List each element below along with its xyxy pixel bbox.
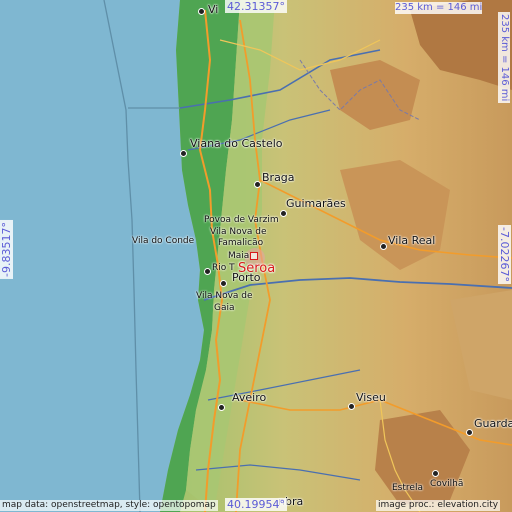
city-label-viseu: Viseu [356,391,386,404]
city-label-guarda: Guarda [474,417,512,430]
city-label-vila-do-conde: Vila do Conde [132,236,195,246]
city-label-viana-do-castelo: Viana do Castelo [190,137,283,150]
city-dot-porto [220,280,227,287]
city-dot-guarda [466,429,473,436]
city-label-povoa: Povoa de Varzim [204,215,279,225]
credit-image-proc: image proc.: elevation.city [376,500,501,511]
scale-top: 235 km = 146 mi [395,2,483,14]
south-coordinate: 40.19954° [225,498,287,511]
map-view[interactable]: Vi Viana do Castelo Braga Guimarães Povo… [0,0,512,512]
city-label-estrela: Estrela [392,483,423,493]
north-coordinate: 42.31357° [225,0,287,13]
city-dot-vigo [198,8,205,15]
city-label-covilha: Covilhã [430,479,464,489]
city-dot-viseu [348,403,355,410]
city-label-gaia-2: Gaia [214,303,235,313]
place-marker-icon[interactable] [250,252,258,260]
east-coordinate: -7.02267° [498,225,511,284]
city-label-braga: Braga [262,171,295,184]
scale-right: 235 km = 146 mi [498,12,510,104]
west-coordinate: -9.83517° [0,220,13,279]
city-label-gaia-1: Vila Nova de [196,291,253,301]
city-label-vila-real: Vila Real [388,234,436,247]
credit-map-data: map data: openstreetmap, style: opentopo… [0,500,218,511]
place-label: Seroa [238,261,276,276]
city-dot-covilha [432,470,439,477]
city-label-famalicao-1: Vila Nova de [210,227,267,237]
city-dot-aveiro [218,404,225,411]
city-label-guimaraes: Guimarães [286,197,346,210]
city-label-famalicao-2: Famalicão [218,238,264,248]
city-dot-rio-tinto [204,268,211,275]
city-label-aveiro: Aveiro [232,391,267,404]
city-dot-braga [254,181,261,188]
city-label-maia: Maia [228,251,250,261]
city-dot-viana [180,150,187,157]
city-label-vigo: Vi [208,3,219,16]
city-dot-vila-real [380,243,387,250]
city-dot-guimaraes [280,210,287,217]
